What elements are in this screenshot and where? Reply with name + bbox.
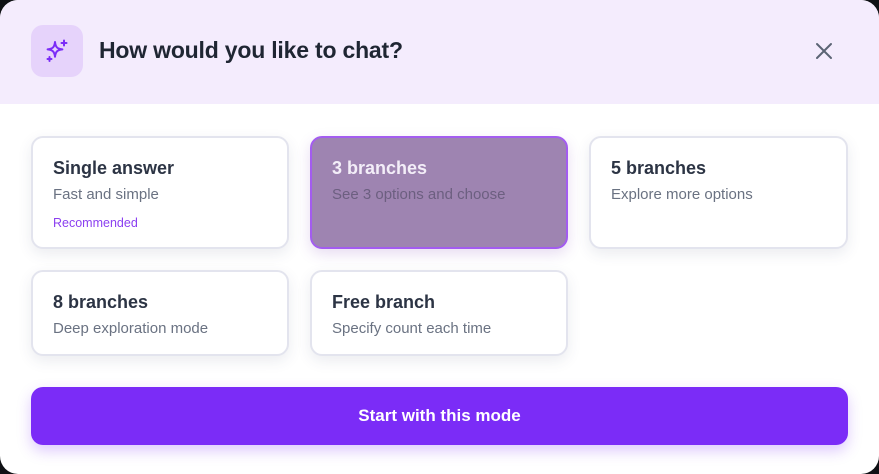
dialog-header: How would you like to chat? [0, 0, 879, 104]
sparkles-icon [31, 25, 83, 77]
option-subtitle: Fast and simple [53, 186, 159, 203]
option-title: Single answer [53, 158, 175, 178]
option-free-branch[interactable]: Free branch Specify count each time [310, 270, 568, 356]
dialog-title: How would you like to chat? [99, 37, 403, 63]
start-button[interactable]: Start with this mode [31, 387, 848, 445]
close-icon [816, 43, 832, 59]
option-5-branches[interactable]: 5 branches Explore more options [589, 136, 848, 249]
option-title: 8 branches [53, 292, 149, 312]
chat-mode-dialog: How would you like to chat? Single answe… [0, 0, 879, 474]
option-3-branches[interactable]: 3 branches See 3 options and choose [310, 136, 568, 249]
option-title: 3 branches [332, 158, 428, 178]
option-subtitle: Deep exploration mode [53, 320, 209, 337]
close-button[interactable] [808, 35, 840, 67]
option-subtitle: Explore more options [611, 186, 753, 203]
recommended-badge: Recommended [53, 216, 138, 230]
option-title: Free branch [332, 292, 436, 312]
option-subtitle: Specify count each time [332, 320, 492, 337]
option-title: 5 branches [611, 158, 707, 178]
option-subtitle: See 3 options and choose [332, 186, 506, 203]
option-single-answer[interactable]: Single answer Fast and simple Recommende… [31, 136, 289, 249]
option-8-branches[interactable]: 8 branches Deep exploration mode [31, 270, 289, 356]
